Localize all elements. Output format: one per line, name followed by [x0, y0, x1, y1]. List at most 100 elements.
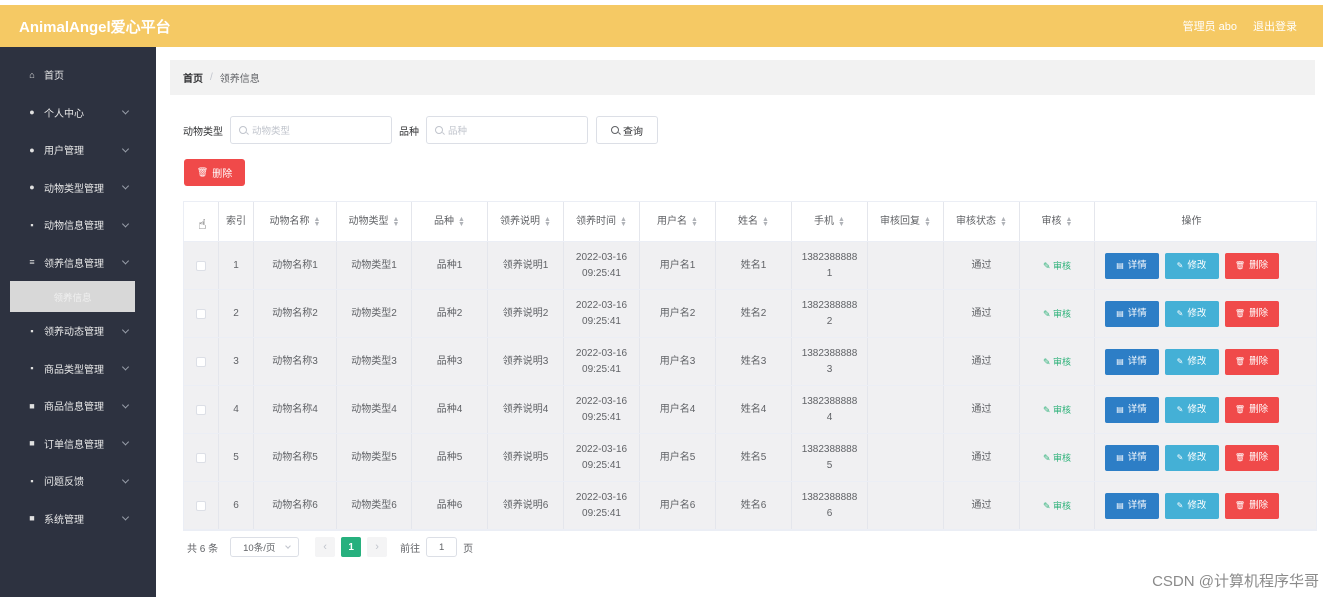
sort-icon[interactable]: ▲ ▼	[1066, 216, 1073, 228]
sidebar-item[interactable]: ▪ 领养动态管理	[0, 312, 156, 350]
column-header[interactable]: 审核状态 ▲ ▼	[944, 202, 1020, 241]
audit-link[interactable]: ✎ 审核	[1043, 354, 1071, 370]
sidebar-item[interactable]: ⌂ 首页	[0, 56, 156, 94]
animal-name-cell: 动物名称4	[254, 386, 337, 433]
current-page[interactable]: 1	[341, 537, 362, 557]
sort-icon[interactable]: ▲ ▼	[1000, 216, 1007, 228]
sidebar-item[interactable]: ● 个人中心	[0, 94, 156, 132]
sort-icon[interactable]: ▲ ▼	[762, 216, 769, 228]
adoption-date: 2022-03-16	[575, 251, 628, 263]
delete-button[interactable]: 🗑 删除	[1224, 348, 1279, 375]
sort-icon[interactable]: ▲ ▼	[544, 216, 551, 228]
delete-button[interactable]: 🗑 删除	[1224, 444, 1279, 471]
sidebar-item[interactable]: ▪ 动物信息管理	[0, 206, 156, 244]
audit-link[interactable]: ✎ 审核	[1043, 306, 1071, 322]
adoption-date: 2022-03-16	[575, 347, 628, 359]
column-header[interactable]: 动物名称 ▲ ▼	[254, 202, 337, 241]
doc-icon: ■	[29, 400, 35, 411]
grid-icon: ▪	[30, 325, 34, 336]
sidebar-item-label: 动物类型管理	[44, 183, 104, 195]
edit-button[interactable]: ✎ 修改	[1164, 444, 1219, 471]
column-header[interactable]: 审核 ▲ ▼	[1020, 202, 1095, 241]
sidebar-item[interactable]: ■ 商品信息管理	[0, 387, 156, 425]
username: 用户名6	[659, 499, 696, 511]
column-header-label: 操作	[1181, 215, 1202, 227]
sort-icon[interactable]: ▲ ▼	[458, 216, 465, 228]
delete-button[interactable]: 🗑 删除	[1224, 252, 1279, 279]
animal-type-input[interactable]: 动物类型	[230, 116, 392, 144]
row-checkbox[interactable]	[196, 404, 206, 415]
detail-button[interactable]: ▤ 详情	[1104, 444, 1159, 471]
grid-icon: ▪	[30, 219, 34, 230]
column-header[interactable]: 领养时间 ▲ ▼	[564, 202, 640, 241]
animal-name-cell: 动物名称5	[254, 434, 337, 481]
row-checkbox[interactable]	[196, 356, 206, 367]
column-header-label: 动物类型	[348, 215, 389, 227]
table-row: 4 动物名称4 动物类型4 品种4 领养说明4 2022-03-16 09:25:41 用户名…	[184, 386, 1316, 434]
phone-line-1: 1382388888	[801, 491, 858, 503]
detail-button[interactable]: ▤ 详情	[1104, 492, 1159, 519]
query-button[interactable]: 查询	[596, 116, 658, 144]
column-header-label: 领养时间	[576, 215, 617, 227]
column-header[interactable]: 领养说明 ▲ ▼	[488, 202, 564, 241]
column-header[interactable]: 用户名 ▲ ▼	[640, 202, 716, 241]
chevron-down-icon	[285, 543, 291, 549]
goto-page-input[interactable]: 1	[426, 537, 458, 557]
sidebar-item[interactable]: ■ 系统管理	[0, 500, 156, 538]
row-index-cell: 6	[219, 482, 254, 529]
sidebar-item[interactable]: ■ 订单信息管理	[0, 425, 156, 463]
row-checkbox[interactable]	[196, 260, 206, 271]
sort-icon[interactable]: ▲ ▼	[393, 216, 400, 228]
username: 用户名5	[659, 451, 696, 463]
sort-icon[interactable]: ▲ ▼	[620, 216, 627, 228]
column-header[interactable]: 姓名 ▲ ▼	[716, 202, 792, 241]
sidebar-item[interactable]: ≡ 领养信息管理	[0, 244, 156, 282]
delete-button[interactable]: 🗑 删除	[1224, 300, 1279, 327]
edit-button[interactable]: ✎ 修改	[1164, 396, 1219, 423]
audit-link[interactable]: ✎ 审核	[1043, 498, 1071, 514]
sort-icon[interactable]: ▲ ▼	[314, 216, 321, 228]
detail-button[interactable]: ▤ 详情	[1104, 348, 1159, 375]
edit-button[interactable]: ✎ 修改	[1164, 492, 1219, 519]
detail-button[interactable]: ▤ 详情	[1104, 252, 1159, 279]
column-header[interactable]: 品种 ▲ ▼	[412, 202, 488, 241]
audit-link[interactable]: ✎ 审核	[1043, 258, 1071, 274]
delete-button[interactable]: 🗑 删除	[1224, 492, 1279, 519]
column-header[interactable]: 审核回复 ▲ ▼	[868, 202, 944, 241]
breed-cell: 品种3	[412, 338, 488, 385]
prev-page-button[interactable]: ‹	[315, 537, 336, 557]
page-size-select[interactable]: 10条/页	[230, 537, 300, 557]
row-index: 4	[233, 403, 239, 415]
column-header: 操作	[1095, 202, 1288, 241]
breadcrumb-home[interactable]: 首页	[183, 70, 203, 85]
sidebar-item[interactable]: ● 动物类型管理	[0, 169, 156, 207]
detail-button[interactable]: ▤ 详情	[1104, 300, 1159, 327]
row-checkbox[interactable]	[196, 452, 206, 463]
edit-button[interactable]: ✎ 修改	[1164, 348, 1219, 375]
breed-input[interactable]: 品种	[426, 116, 588, 144]
sort-icon[interactable]: ▲ ▼	[691, 216, 698, 228]
row-checkbox[interactable]	[196, 308, 206, 319]
chevron-down-icon	[121, 363, 130, 371]
column-header[interactable]: 手机 ▲ ▼	[792, 202, 868, 241]
sidebar-subitem-adoption-info[interactable]: 领养信息	[10, 281, 135, 312]
audit-link[interactable]: ✎ 审核	[1043, 402, 1071, 418]
table-row: 3 动物名称3 动物类型3 品种3 领养说明3 2022-03-16 09:25:41 用户名…	[184, 338, 1316, 386]
breadcrumb: 首页 / 领养信息	[170, 60, 1315, 95]
edit-button[interactable]: ✎ 修改	[1164, 252, 1219, 279]
logout-link[interactable]: 退出登录	[1253, 18, 1297, 34]
row-checkbox[interactable]	[196, 500, 206, 511]
sidebar-item[interactable]: ▪ 问题反馈	[0, 462, 156, 500]
sidebar-item[interactable]: ● 用户管理	[0, 131, 156, 169]
edit-button[interactable]: ✎ 修改	[1164, 300, 1219, 327]
sidebar-item[interactable]: ▪ 商品类型管理	[0, 350, 156, 388]
column-header[interactable]: 动物类型 ▲ ▼	[337, 202, 412, 241]
delete-button[interactable]: 🗑 删除	[1224, 396, 1279, 423]
real-name: 姓名4	[740, 403, 767, 415]
batch-delete-button[interactable]: 🗑 删除	[184, 159, 245, 186]
audit-link[interactable]: ✎ 审核	[1043, 450, 1071, 466]
sort-icon[interactable]: ▲ ▼	[838, 216, 845, 228]
sort-icon[interactable]: ▲ ▼	[924, 216, 931, 228]
next-page-button[interactable]: ›	[367, 537, 388, 557]
detail-button[interactable]: ▤ 详情	[1104, 396, 1159, 423]
